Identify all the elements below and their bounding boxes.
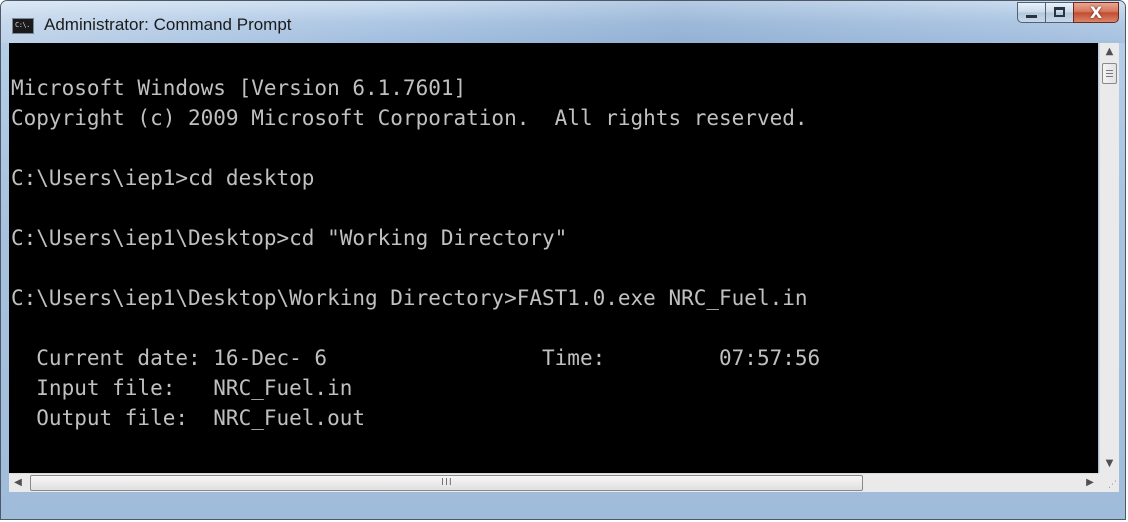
scroll-left-icon[interactable]: ◀ — [9, 474, 27, 492]
window-title: Administrator: Command Prompt — [44, 15, 292, 34]
maximize-button[interactable] — [1045, 2, 1073, 23]
console-line: Input file: NRC_Fuel.in — [11, 376, 353, 400]
console-text: Microsoft Windows [Version 6.1.7601] Copy… — [11, 73, 820, 433]
console-line: Copyright (c) 2009 Microsoft Corporation… — [11, 106, 808, 130]
console-line: Current date: 16-Dec- 6 Time: 07:57:56 — [11, 346, 821, 370]
scroll-right-icon[interactable]: ▶ — [1081, 474, 1099, 492]
grip-line — [1106, 73, 1113, 74]
command-prompt-icon[interactable]: C:\. — [12, 18, 34, 34]
grip-line — [1106, 76, 1113, 77]
vertical-scroll-thumb[interactable] — [1102, 63, 1117, 84]
close-icon: X — [1089, 3, 1103, 22]
resize-grip-icon: ⋰ — [1108, 480, 1117, 490]
maximize-icon — [1054, 7, 1065, 17]
caption-buttons: X — [1017, 2, 1119, 23]
console-line: Microsoft Windows [Version 6.1.7601] — [11, 76, 467, 100]
resize-grip[interactable]: ⋰ — [1099, 473, 1119, 492]
console-line: C:\Users\iep1\Desktop>cd "Working Direct… — [11, 226, 568, 250]
icon-label: C:\. — [15, 21, 30, 29]
scroll-down-icon[interactable]: ▼ — [1100, 455, 1119, 473]
thumb-grip: III — [441, 477, 453, 488]
grip-line — [1106, 70, 1113, 71]
title-bar[interactable]: C:\. Administrator: Command Prompt X — [1, 1, 1125, 43]
minimize-icon — [1026, 15, 1037, 18]
horizontal-scroll-thumb[interactable]: III — [30, 475, 863, 491]
close-button[interactable]: X — [1073, 2, 1119, 23]
console-line: C:\Users\iep1>cd desktop — [11, 166, 315, 190]
console-line: C:\Users\iep1\Desktop\Working Directory>… — [11, 286, 808, 310]
command-prompt-window: C:\. Administrator: Command Prompt X Mic… — [0, 0, 1126, 520]
minimize-button[interactable] — [1017, 2, 1045, 23]
horizontal-scrollbar[interactable]: ◀ III ▶ — [9, 473, 1099, 492]
scroll-up-icon[interactable]: ▲ — [1100, 43, 1119, 61]
console-line: Output file: NRC_Fuel.out — [11, 406, 366, 430]
vertical-scrollbar[interactable]: ▲ ▼ — [1099, 43, 1119, 473]
console-output[interactable]: Microsoft Windows [Version 6.1.7601] Copy… — [9, 43, 1098, 473]
